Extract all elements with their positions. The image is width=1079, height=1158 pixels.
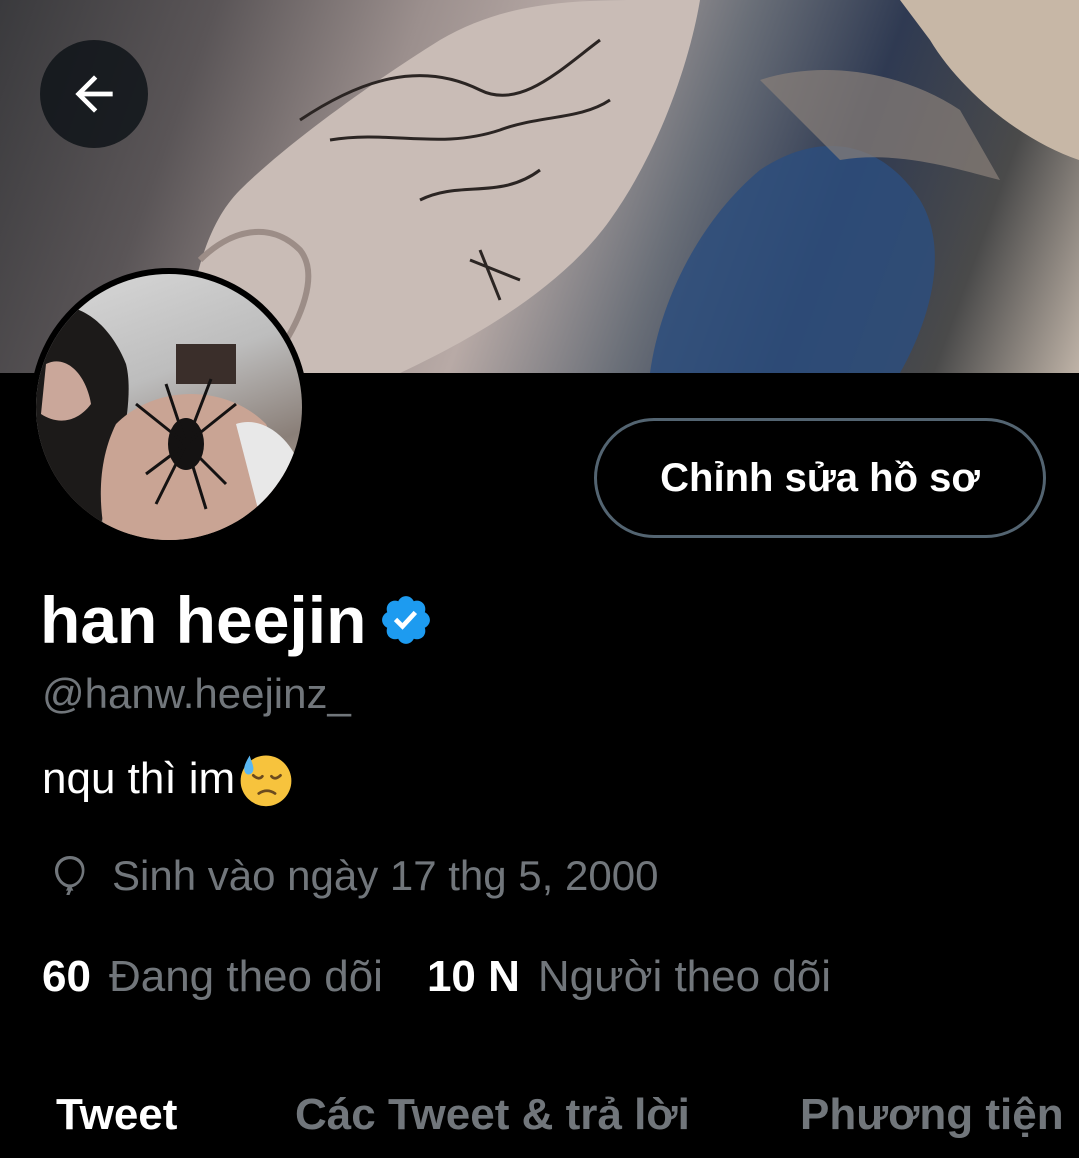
tab-media[interactable]: Phương tiện bbox=[800, 1090, 1064, 1140]
bio: nqu thì im bbox=[42, 750, 295, 808]
verified-badge-icon bbox=[382, 596, 431, 644]
following-count: 60 bbox=[42, 952, 91, 1001]
downcast-face-with-sweat-emoji bbox=[240, 755, 292, 807]
edit-profile-button[interactable]: Chỉnh sửa hồ sơ bbox=[594, 418, 1046, 538]
profile-tabs: Tweet Các Tweet & trả lời Phương tiện bbox=[0, 1080, 1079, 1158]
following-link[interactable]: 60 Đang theo dõi bbox=[42, 952, 383, 1002]
birth-date-text: Sinh vào ngày 17 thg 5, 2000 bbox=[112, 852, 659, 899]
tab-tweet[interactable]: Tweet bbox=[56, 1090, 177, 1140]
back-button[interactable] bbox=[40, 40, 148, 148]
arrow-left-icon bbox=[75, 75, 113, 113]
following-label: Đang theo dõi bbox=[108, 952, 383, 1001]
bio-text: nqu thì im bbox=[42, 754, 236, 803]
display-name-text: han heejin bbox=[40, 583, 367, 657]
tab-tweets-and-replies[interactable]: Các Tweet & trả lời bbox=[295, 1090, 690, 1140]
followers-count: 10 N bbox=[426, 952, 520, 1001]
follow-stats: 60 Đang theo dõi 10 N Người theo dõi bbox=[42, 952, 831, 1002]
avatar-image bbox=[36, 274, 302, 540]
balloon-icon bbox=[55, 856, 85, 895]
display-name: han heejin bbox=[40, 582, 434, 658]
followers-link[interactable]: 10 N Người theo dõi bbox=[427, 952, 831, 1002]
user-handle: @hanw.heejinz_ bbox=[42, 670, 351, 717]
followers-label: Người theo dõi bbox=[537, 952, 832, 1001]
avatar[interactable] bbox=[30, 268, 308, 546]
birth-date: Sinh vào ngày 17 thg 5, 2000 bbox=[46, 852, 658, 900]
